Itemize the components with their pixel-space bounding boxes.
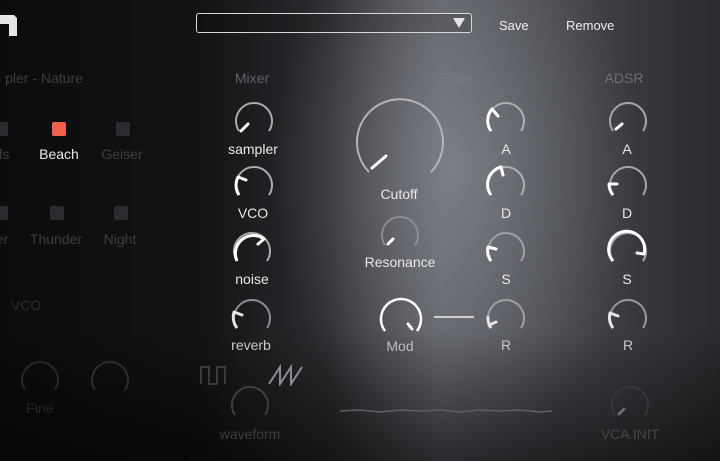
pad-label-beach: Beach (39, 146, 79, 162)
waveform-knob[interactable] (228, 382, 272, 426)
filter-sustain-knob[interactable] (484, 228, 528, 272)
sawtooth-wave-icon[interactable] (268, 363, 304, 391)
pad-label-er: er (0, 231, 9, 247)
mixer-title: Mixer (234, 70, 270, 86)
logo-icon (0, 12, 20, 41)
filter-sustain-label: S (501, 271, 511, 287)
vco-title: VCO (10, 297, 42, 313)
vco-knob-2[interactable] (88, 357, 132, 401)
adsr-sustain-label: S (622, 271, 632, 287)
sampler-title: pler - Nature (5, 70, 83, 86)
filter-mod-label: Mod (386, 338, 414, 354)
adsr-release-knob[interactable] (606, 295, 650, 339)
filter-decay-label: D (500, 205, 512, 221)
mixer-noise-knob[interactable] (230, 228, 274, 272)
adsr-decay-knob[interactable] (606, 162, 650, 206)
mixer-noise-label: noise (235, 271, 269, 287)
filter-release-knob[interactable] (484, 295, 528, 339)
filter-resonance-knob[interactable] (378, 212, 422, 256)
vca-knob[interactable] (608, 382, 652, 426)
filter-mod-knob[interactable] (377, 295, 425, 343)
filter-attack-label: A (501, 141, 511, 157)
save-button[interactable]: Save (499, 18, 529, 33)
pad-label-night: Night (103, 231, 137, 247)
waveform-label: waveform (219, 426, 281, 442)
pad-square-ds[interactable] (0, 122, 8, 136)
mixer-vco-label: VCO (237, 205, 269, 221)
vco-fine-knob[interactable] (18, 357, 62, 401)
preset-select[interactable] (196, 13, 472, 33)
mod-connector-line (434, 316, 474, 318)
pad-square-er[interactable] (0, 206, 8, 220)
filter-cutoff-label: Cutoff (380, 186, 418, 202)
mixer-vco-knob[interactable] (232, 162, 276, 206)
adsr-attack-knob[interactable] (606, 98, 650, 142)
pad-label-thunder: Thunder (29, 231, 83, 247)
pad-square-night[interactable] (114, 206, 128, 220)
pad-square-thunder[interactable] (50, 206, 64, 220)
filter-attack-knob[interactable] (484, 98, 528, 142)
chevron-down-icon[interactable] (453, 18, 465, 28)
adsr-attack-label: A (622, 141, 632, 157)
filter-release-label: R (500, 337, 512, 353)
mixer-reverb-label: reverb (231, 337, 271, 353)
remove-button[interactable]: Remove (566, 18, 614, 33)
adsr-sustain-knob[interactable] (606, 228, 650, 272)
adsr-decay-label: D (621, 205, 633, 221)
filter-cutoff-knob[interactable] (354, 98, 446, 190)
mixer-reverb-knob[interactable] (230, 295, 274, 339)
pad-label-geiser: Geiser (101, 146, 143, 162)
adsr-title: ADSR (604, 70, 644, 86)
oscilloscope-display (339, 402, 553, 420)
filter-decay-knob[interactable] (484, 162, 528, 206)
adsr-release-label: R (622, 337, 634, 353)
filter-title: Filter (440, 70, 472, 86)
vco-fine-label: Fine (26, 400, 54, 416)
filter-resonance-label: Resonance (364, 254, 436, 270)
pad-square-geiser[interactable] (116, 122, 130, 136)
mixer-sampler-label: sampler (228, 141, 278, 157)
mixer-sampler-knob[interactable] (232, 98, 276, 142)
pad-square-beach[interactable] (52, 122, 66, 136)
vca-label: VCA INIT (600, 426, 660, 442)
pad-label-ds: ds (0, 146, 10, 162)
